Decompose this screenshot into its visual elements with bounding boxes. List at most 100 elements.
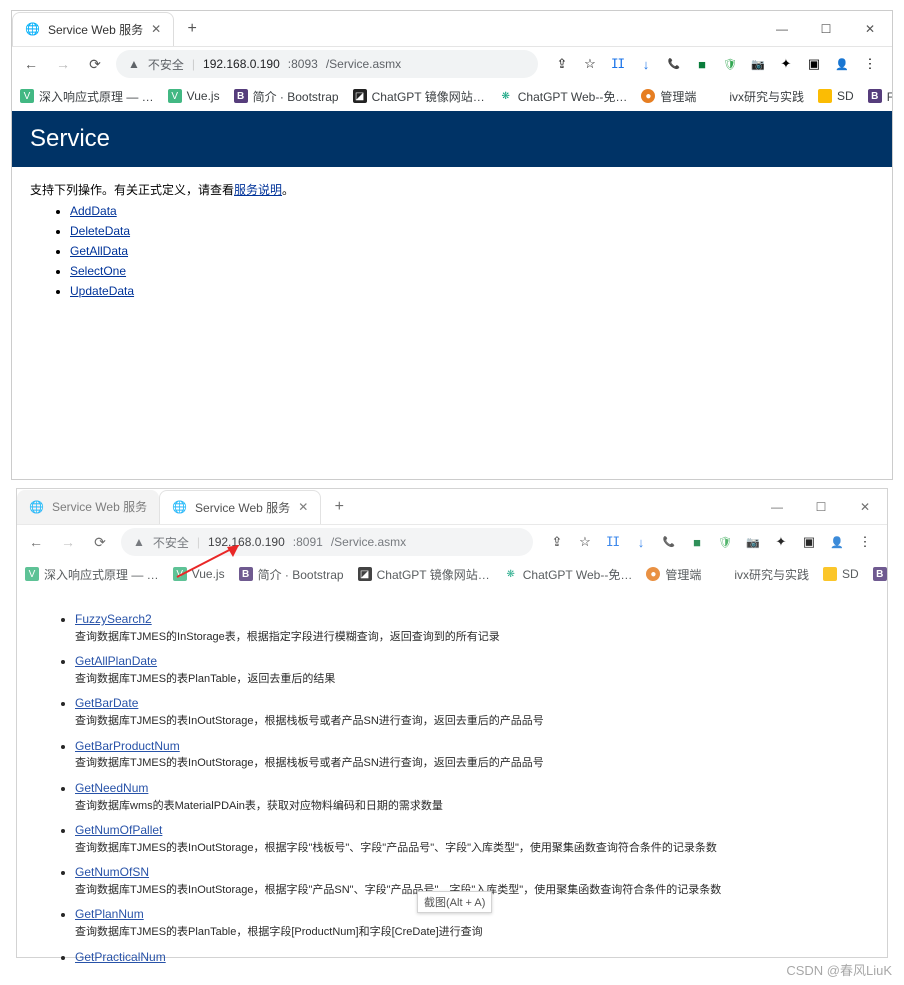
operation-link[interactable]: DeleteData	[70, 224, 130, 238]
close-icon[interactable]: ✕	[298, 500, 308, 514]
operation-link[interactable]: GetPracticalNum	[75, 950, 166, 964]
share-icon[interactable]: ⇪	[554, 56, 570, 72]
bookmark-label: 简介 · Bootstrap	[258, 566, 344, 583]
phone-icon[interactable]: 📞	[666, 56, 682, 72]
user-icon[interactable]: 👤	[829, 534, 845, 550]
bookmark-item[interactable]: SD	[823, 567, 859, 581]
forward-button[interactable]: →	[57, 531, 79, 553]
camera-icon[interactable]: 📷	[750, 56, 766, 72]
operation-link[interactable]: FuzzySearch2	[75, 612, 152, 626]
bookmark-label: 管理端	[660, 88, 696, 105]
bookmark-icon: V	[25, 567, 39, 581]
menu-icon[interactable]: ⋮	[857, 534, 873, 550]
close-button[interactable]: ✕	[843, 491, 887, 523]
green-icon[interactable]: ■	[694, 56, 710, 72]
window-controls: — ☐ ✕	[760, 13, 892, 45]
bookmark-item[interactable]: B简介 · Bootstrap	[239, 566, 344, 583]
bookmark-item[interactable]: ●管理端	[641, 88, 696, 105]
bookmark-item[interactable]: BFlex弹性布局 · Bo…	[868, 88, 892, 105]
browser-window-1: 🌐 Service Web 服务 ✕ + — ☐ ✕ ← → ⟳ ▲ 不安全 |…	[11, 10, 893, 480]
shield-icon[interactable]: 🛡	[722, 56, 738, 72]
operation-link[interactable]: AddData	[70, 204, 117, 218]
bookmark-item[interactable]: BFlex弹性布局 · Bo…	[873, 566, 887, 583]
square-icon[interactable]: ▣	[806, 56, 822, 72]
back-button[interactable]: ←	[25, 531, 47, 553]
tab-active[interactable]: 🌐 Service Web 服务 ✕	[12, 12, 174, 46]
operation-link[interactable]: GetNumOfPallet	[75, 823, 162, 837]
service-desc-link[interactable]: 服务说明	[234, 183, 282, 197]
bookmark-item[interactable]: VVue.js	[168, 89, 220, 103]
camera-icon[interactable]: 📷	[745, 534, 761, 550]
bookmark-item[interactable]: V深入响应式原理 — …	[25, 566, 159, 583]
toolbar-icons: ⇪ ☆ ⵊⵊ ↓ 📞 ■ 🛡 📷 ✦ ▣ 👤 ⋮	[548, 56, 884, 72]
url-box[interactable]: ▲ 不安全 | 192.168.0.190:8093/Service.asmx	[116, 50, 538, 78]
new-tab-button[interactable]: +	[325, 493, 353, 521]
bookmark-item[interactable]: ivx研究与实践	[715, 566, 809, 583]
titlebar: 🌐 Service Web 服务 ✕ + — ☐ ✕	[12, 11, 892, 47]
puzzle-icon[interactable]: ✦	[778, 56, 794, 72]
minimize-button[interactable]: —	[760, 13, 804, 45]
operation-desc: 查询数据库TJMES的表InOutStorage，根据栈板号或者产品SN进行查询…	[75, 715, 544, 727]
forward-button[interactable]: →	[52, 53, 74, 75]
share-icon[interactable]: ⇪	[549, 534, 565, 550]
shield-icon[interactable]: 🛡	[717, 534, 733, 550]
tab-active[interactable]: 🌐 Service Web 服务 ✕	[159, 490, 321, 524]
menu-icon[interactable]: ⋮	[862, 56, 878, 72]
phone-icon[interactable]: 📞	[661, 534, 677, 550]
intro-prefix: 支持下列操作。有关正式定义，请查看	[30, 183, 234, 197]
bookmark-item[interactable]: SD	[818, 89, 854, 103]
operation-link[interactable]: UpdateData	[70, 284, 134, 298]
ext1-icon[interactable]: ⵊⵊ	[605, 534, 621, 550]
tab-inactive[interactable]: 🌐 Service Web 服务	[17, 490, 159, 524]
bookmark-item[interactable]: ●管理端	[646, 566, 701, 583]
operation-link[interactable]: GetAllData	[70, 244, 128, 258]
back-button[interactable]: ←	[20, 53, 42, 75]
close-icon[interactable]: ✕	[151, 22, 161, 36]
tab-title: Service Web 服务	[48, 21, 143, 38]
green-icon[interactable]: ■	[689, 534, 705, 550]
reload-button[interactable]: ⟳	[89, 531, 111, 553]
security-text: 不安全	[148, 56, 184, 73]
bookmark-item[interactable]: ❋ChatGPT Web--免…	[499, 88, 628, 105]
bookmark-item[interactable]: ◪ChatGPT 镜像网站…	[353, 88, 485, 105]
bookmark-item[interactable]: ❋ChatGPT Web--免…	[504, 566, 633, 583]
operation-item: GetAllPlanDate查询数据库TJMES的表PlanTable，返回去重…	[75, 653, 869, 687]
bookmark-label: 简介 · Bootstrap	[253, 88, 339, 105]
operation-link[interactable]: GetBarProductNum	[75, 739, 180, 753]
bookmark-icon: ❋	[499, 89, 513, 103]
bookmark-item[interactable]: VVue.js	[173, 567, 225, 581]
bookmark-icon: B	[873, 567, 887, 581]
operation-link[interactable]: SelectOne	[70, 264, 126, 278]
ext1-icon[interactable]: ⵊⵊ	[610, 56, 626, 72]
operation-link[interactable]: GetNumOfSN	[75, 865, 149, 879]
operation-link[interactable]: GetNeedNum	[75, 781, 148, 795]
reload-button[interactable]: ⟳	[84, 53, 106, 75]
url-path: /Service.asmx	[326, 57, 401, 71]
separator: |	[192, 57, 195, 71]
url-box[interactable]: ▲ 不安全 | 192.168.0.190:8091/Service.asmx	[121, 528, 533, 556]
square-icon[interactable]: ▣	[801, 534, 817, 550]
bookmark-item[interactable]: B简介 · Bootstrap	[234, 88, 339, 105]
user-icon[interactable]: 👤	[834, 56, 850, 72]
operation-link[interactable]: GetPlanNum	[75, 907, 144, 921]
bookmark-item[interactable]: ◪ChatGPT 镜像网站…	[358, 566, 490, 583]
star-icon[interactable]: ☆	[577, 534, 593, 550]
maximize-button[interactable]: ☐	[804, 13, 848, 45]
operation-link[interactable]: GetBarDate	[75, 696, 138, 710]
down-icon[interactable]: ↓	[638, 56, 654, 72]
close-button[interactable]: ✕	[848, 13, 892, 45]
star-icon[interactable]: ☆	[582, 56, 598, 72]
url-path: /Service.asmx	[331, 535, 406, 549]
minimize-button[interactable]: —	[755, 491, 799, 523]
new-tab-button[interactable]: +	[178, 15, 206, 43]
window-controls: — ☐ ✕	[755, 491, 887, 523]
bookmark-item[interactable]: V深入响应式原理 — …	[20, 88, 154, 105]
maximize-button[interactable]: ☐	[799, 491, 843, 523]
bookmark-item[interactable]: ivx研究与实践	[710, 88, 804, 105]
operation-link[interactable]: GetAllPlanDate	[75, 654, 157, 668]
puzzle-icon[interactable]: ✦	[773, 534, 789, 550]
down-icon[interactable]: ↓	[633, 534, 649, 550]
bookmark-icon	[818, 89, 832, 103]
globe-icon: 🌐	[172, 500, 187, 514]
page-content[interactable]: FuzzySearch2查询数据库TJMES的InStorage表，根据指定字段…	[17, 589, 887, 967]
